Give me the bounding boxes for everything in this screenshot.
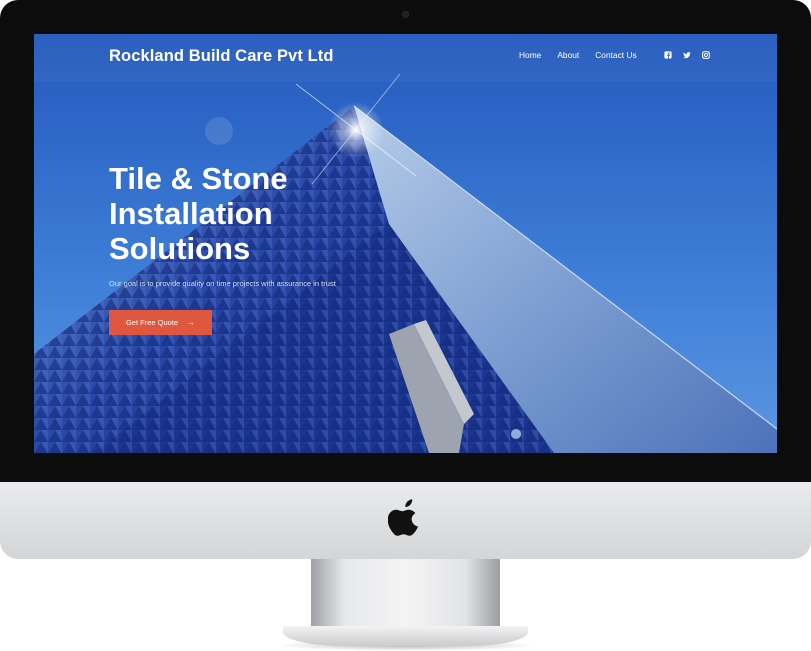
arrow-right-icon: →	[187, 318, 196, 327]
website-screen: Rockland Build Care Pvt Ltd Home About C…	[34, 34, 777, 453]
cta-label: Get Free Quote	[125, 318, 179, 327]
get-free-quote-button[interactable]: Get Free Quote →	[109, 310, 212, 335]
nav-contact-link[interactable]: Contact Us	[595, 50, 636, 60]
hero-title-line: Tile & Stone	[109, 161, 288, 196]
site-logo-text[interactable]: Rockland Build Care Pvt Ltd	[109, 47, 334, 66]
twitter-icon[interactable]	[682, 51, 691, 59]
camera-icon	[402, 11, 409, 18]
hero-title: Tile & Stone Installation Solutions	[109, 161, 369, 266]
hero-title-line: Installation	[109, 196, 273, 231]
monitor-stand-foot	[283, 626, 528, 646]
apple-logo-icon	[388, 499, 418, 536]
nav-about-link[interactable]: About	[557, 50, 579, 60]
facebook-icon[interactable]	[664, 51, 672, 59]
main-nav: Home About Contact Us	[519, 50, 710, 60]
instagram-icon[interactable]	[701, 51, 710, 59]
hero-subtitle: Our goal is to provide quality on time p…	[109, 279, 336, 288]
monitor-stand-neck	[311, 559, 500, 629]
hero-title-line: Solutions	[109, 231, 251, 266]
nav-home-link[interactable]: Home	[519, 50, 541, 60]
site-header: Rockland Build Care Pvt Ltd Home About C…	[34, 34, 777, 82]
